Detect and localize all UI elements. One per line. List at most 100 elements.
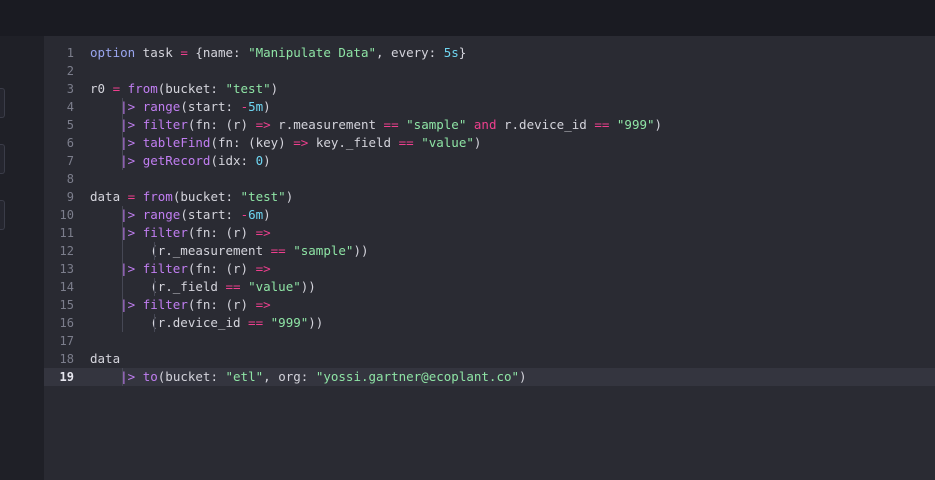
- side-tab-1[interactable]: [0, 88, 5, 118]
- code-token: =>: [255, 297, 271, 312]
- line-number: 13: [59, 262, 74, 276]
- code-token: "etl": [225, 369, 264, 384]
- code-token: 5m: [248, 99, 264, 114]
- code-token: range: [142, 207, 181, 222]
- line-code: |> range(start: -6m): [90, 206, 271, 224]
- code-line[interactable]: 16 (r.device_id == "999")): [44, 314, 935, 332]
- code-token: r0: [90, 81, 113, 96]
- code-token: "sample": [406, 117, 467, 132]
- line-number: 12: [59, 244, 74, 258]
- code-token: filter: [142, 261, 188, 276]
- code-token: =: [180, 45, 188, 60]
- code-token: option: [90, 45, 136, 60]
- indent-guide: [122, 368, 123, 386]
- side-tab-3[interactable]: [0, 200, 5, 230]
- line-code: |> filter(fn: (r) => r.measurement == "s…: [90, 116, 662, 134]
- code-token: (r._field: [90, 279, 226, 294]
- code-token: ==: [383, 117, 399, 132]
- line-code: |> filter(fn: (r) =>: [90, 224, 271, 242]
- code-line[interactable]: 19 |> to(bucket: "etl", org: "yossi.gart…: [44, 368, 935, 386]
- line-code: r0 = from(bucket: "test"): [90, 80, 278, 98]
- code-line[interactable]: 9 data = from(bucket: "test"): [44, 188, 935, 206]
- code-token: (fn: (r): [187, 117, 256, 132]
- line-code: (r._measurement == "sample")): [90, 242, 368, 260]
- indent-guide: [154, 242, 155, 260]
- code-token: ==: [248, 315, 264, 330]
- code-token: , org:: [263, 369, 316, 384]
- code-line[interactable]: 1 option task = {name: "Manipulate Data",…: [44, 44, 935, 62]
- code-token: (fn: (key): [210, 135, 294, 150]
- top-bar: [0, 0, 935, 36]
- code-token: "999": [616, 117, 655, 132]
- code-token: 0: [255, 153, 264, 168]
- code-token: -: [240, 99, 249, 114]
- code-token: ==: [270, 243, 286, 258]
- code-token: from: [127, 81, 158, 96]
- code-line[interactable]: 15 |> filter(fn: (r) =>: [44, 296, 935, 314]
- code-token: )): [300, 279, 316, 294]
- line-number: 7: [66, 154, 74, 168]
- code-token: (bucket:: [157, 369, 226, 384]
- code-token: (idx:: [210, 153, 256, 168]
- code-token: (bucket:: [172, 189, 241, 204]
- code-token: (start:: [180, 207, 241, 222]
- code-token: "value": [421, 135, 474, 150]
- line-number: 4: [66, 100, 74, 114]
- code-token: ): [654, 117, 663, 132]
- code-line[interactable]: 10 |> range(start: -6m): [44, 206, 935, 224]
- code-token: data: [90, 189, 128, 204]
- line-code: data = from(bucket: "test"): [90, 188, 293, 206]
- code-token: getRecord: [142, 153, 211, 168]
- line-number: 6: [66, 136, 74, 150]
- code-token: "value": [248, 279, 301, 294]
- code-token: (r.device_id: [90, 315, 249, 330]
- code-line[interactable]: 14 (r._field == "value")): [44, 278, 935, 296]
- code-line[interactable]: 6 |> tableFind(fn: (key) => key._field =…: [44, 134, 935, 152]
- code-editor[interactable]: 1 option task = {name: "Manipulate Data",…: [44, 36, 935, 480]
- code-token: (start:: [180, 99, 241, 114]
- code-line[interactable]: 12 (r._measurement == "sample")): [44, 242, 935, 260]
- code-line[interactable]: 17: [44, 332, 935, 350]
- line-number: 11: [59, 226, 74, 240]
- code-line[interactable]: 3 r0 = from(bucket: "test"): [44, 80, 935, 98]
- code-line[interactable]: 2: [44, 62, 935, 80]
- code-line[interactable]: 13 |> filter(fn: (r) =>: [44, 260, 935, 278]
- line-code: |> tableFind(fn: (key) => key._field == …: [90, 134, 481, 152]
- indent-guide: [122, 206, 123, 332]
- code-line[interactable]: 18 data: [44, 350, 935, 368]
- code-token: ): [263, 153, 271, 168]
- code-line[interactable]: 8: [44, 170, 935, 188]
- indent-guide: [122, 98, 123, 170]
- code-token: ): [285, 189, 294, 204]
- side-tab-2[interactable]: [0, 144, 5, 174]
- code-token: ==: [398, 135, 414, 150]
- code-line[interactable]: 5 |> filter(fn: (r) => r.measurement == …: [44, 116, 935, 134]
- code-line[interactable]: 7 |> getRecord(idx: 0): [44, 152, 935, 170]
- code-token: ): [473, 135, 482, 150]
- code-token: (fn: (r): [187, 297, 256, 312]
- code-line[interactable]: 4 |> range(start: -5m): [44, 98, 935, 116]
- line-number: 19: [59, 370, 74, 384]
- code-line[interactable]: 11 |> filter(fn: (r) =>: [44, 224, 935, 242]
- line-number: 2: [66, 64, 74, 78]
- code-token: "sample": [293, 243, 354, 258]
- line-number: 14: [59, 280, 74, 294]
- code-token: tableFind: [142, 135, 211, 150]
- code-token: (bucket:: [157, 81, 226, 96]
- code-token: (r._measurement: [90, 243, 271, 258]
- code-token: ==: [225, 279, 241, 294]
- line-code: |> filter(fn: (r) =>: [90, 260, 271, 278]
- code-lines[interactable]: 1 option task = {name: "Manipulate Data",…: [44, 44, 935, 386]
- indent-guide: [154, 278, 155, 296]
